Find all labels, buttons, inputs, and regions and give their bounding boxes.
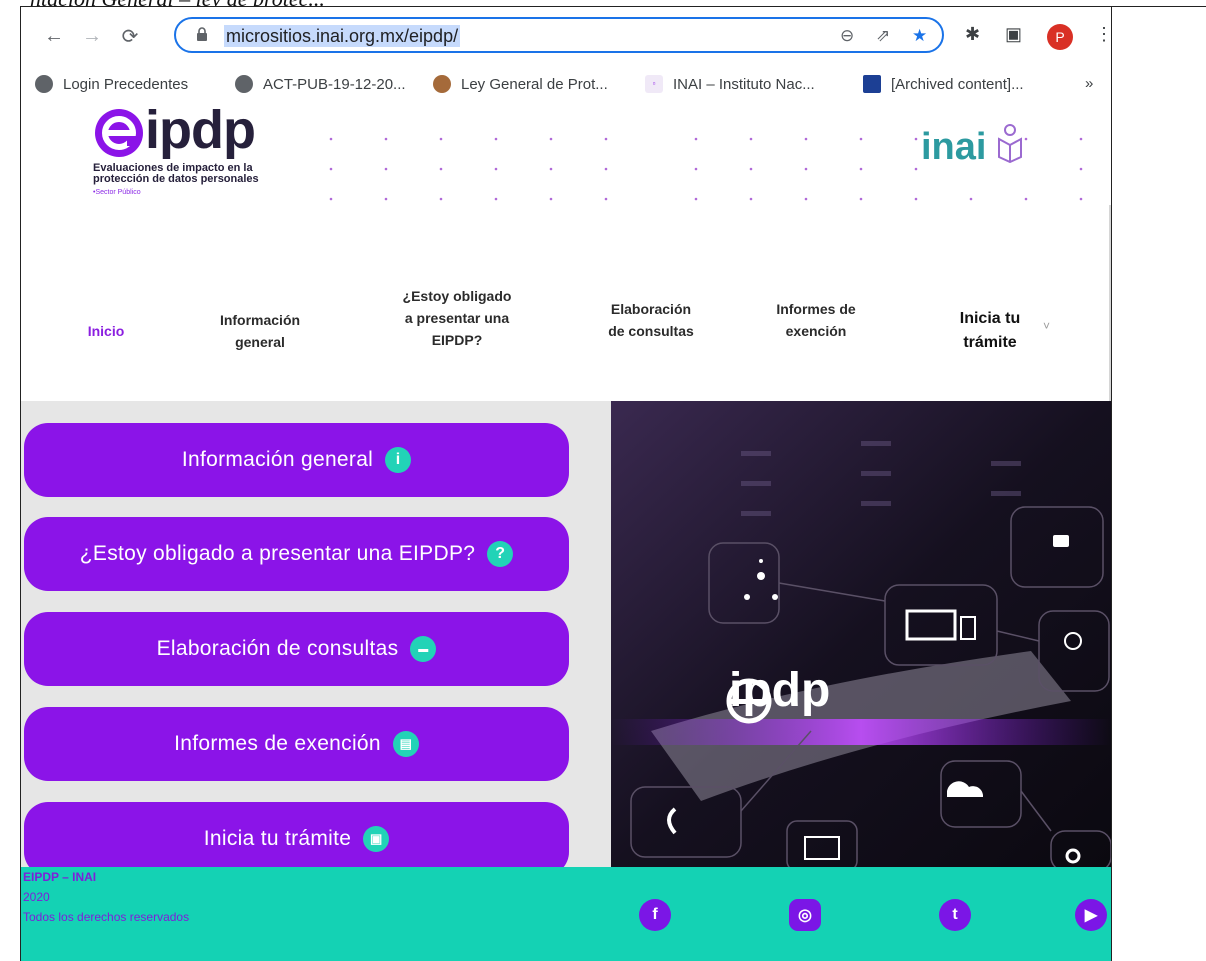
bookmark-label: Login Precedentes [63,75,189,93]
lock-icon [197,27,207,41]
menu-panel: Información general i ¿Estoy obligado a … [21,401,611,876]
globe-icon [35,75,53,93]
footer-title: EIPDP – INAI [23,870,97,884]
nav-informes-exencion[interactable]: Informes de exención [771,298,861,342]
bookmark-label: ACT-PUB-19-12-20... [263,75,406,93]
share-icon[interactable]: ⇗ [876,26,890,46]
hero-brand-text: ipdp [729,664,831,717]
nav-estoy-obligado[interactable]: ¿Estoy obligado a presentar una EIPDP? [397,285,517,351]
inai-favicon: ▫ [645,75,663,93]
eu-flag-icon [863,75,881,93]
bookmark-act-pub[interactable]: ACT-PUB-19-12-20... [235,75,406,93]
hero-image: ipdp [611,401,1111,867]
hero-illustration [611,401,1111,867]
kebab-menu-icon[interactable]: ⋮ [1095,24,1111,45]
menu-button-label: Inicia tu trámite [203,827,352,850]
inai-book-icon [998,124,1023,164]
bookmark-archived[interactable]: [Archived content]... [863,75,1024,93]
logo-subtitle: Evaluaciones de impacto en la protección… [93,162,259,185]
bookmark-login-precedentes[interactable]: Login Precedentes [35,75,188,93]
side-panel-icon[interactable]: ▣ [1005,24,1022,45]
reload-icon[interactable]: ⟳ [117,23,143,49]
forward-icon[interactable]: → [79,23,105,49]
form-icon: ▣ [363,826,390,852]
menu-button-label: Elaboración de consultas [156,637,399,660]
more-bookmarks-icon[interactable]: » [1085,75,1093,92]
menu-button-inicia-tramite[interactable]: Inicia tu trámite ▣ [24,802,569,876]
eipdp-logo-e-icon [95,109,143,157]
url-text[interactable]: micrositios.inai.org.mx/eipdp/ [224,25,461,47]
bookmark-label: INAI – Instituto Nac... [673,75,815,93]
bookmark-inai[interactable]: ▫ INAI – Instituto Nac... [645,75,815,93]
menu-button-informes-exencion[interactable]: Informes de exención ▤ [24,707,569,781]
bookmark-label: [Archived content]... [891,75,1024,93]
page-content: ipdp Evaluaciones de impacto en la prote… [21,100,1111,961]
nav-informacion-general[interactable]: Información general [205,309,315,353]
globe-icon [235,75,253,93]
seal-icon [433,75,451,93]
browser-window: ← → ⟳ micrositios.inai.org.mx/eipdp/ ⊖ ⇗… [20,6,1112,961]
main-nav: Inicio Información general ¿Estoy obliga… [21,285,1111,395]
bookmark-star-icon[interactable]: ★ [912,26,927,46]
chevron-down-icon[interactable]: ˅ [1043,319,1050,333]
browser-toolbar: ← → ⟳ micrositios.inai.org.mx/eipdp/ ⊖ ⇗… [21,7,1111,67]
menu-button-estoy-obligado[interactable]: ¿Estoy obligado a presentar una EIPDP? ? [24,517,569,591]
menu-button-label: ¿Estoy obligado a presentar una EIPDP? [79,542,476,565]
footer-year: 2020 [23,890,50,904]
instagram-icon[interactable]: ◎ [789,899,821,931]
menu-button-informacion-general[interactable]: Información general i [24,423,569,497]
youtube-icon[interactable]: ▶ [1075,899,1107,931]
nav-inicia-tramite[interactable]: Inicia tu trámite [945,307,1035,355]
bookmark-ley-general[interactable]: Ley General de Prot... [433,75,608,93]
question-icon: ? [487,541,514,567]
footer-rights: Todos los derechos reservados [23,910,190,924]
bookmark-label: Ley General de Prot... [461,75,608,93]
logo-tag: •Sector Público [93,189,141,196]
document-icon: ▤ [392,731,419,757]
back-icon[interactable]: ← [41,23,67,49]
eipdp-logo[interactable]: ipdp [145,99,256,161]
divider [1110,6,1206,7]
menu-button-elaboracion-consultas[interactable]: Elaboración de consultas ▬ [24,612,569,686]
info-icon: i [385,447,412,473]
nav-inicio[interactable]: Inicio [61,320,151,342]
nav-elaboracion-consultas[interactable]: Elaboración de consultas [601,298,701,342]
address-bar[interactable]: micrositios.inai.org.mx/eipdp/ ⊖ ⇗ ★ [174,17,944,53]
menu-button-label: Informes de exención [174,732,381,755]
chat-icon: ▬ [410,636,437,662]
facebook-icon[interactable]: f [639,899,671,931]
twitter-icon[interactable]: t [939,899,971,931]
inai-logo[interactable]: inai [921,123,1023,169]
inai-logo-text: inai [921,126,987,168]
menu-button-label: Información general [181,448,374,471]
avatar[interactable]: P [1047,24,1073,50]
zoom-icon[interactable]: ⊖ [840,26,854,46]
footer: EIPDP – INAI 2020 Todos los derechos res… [21,867,1111,961]
extensions-icon[interactable]: ✱ [965,24,980,45]
